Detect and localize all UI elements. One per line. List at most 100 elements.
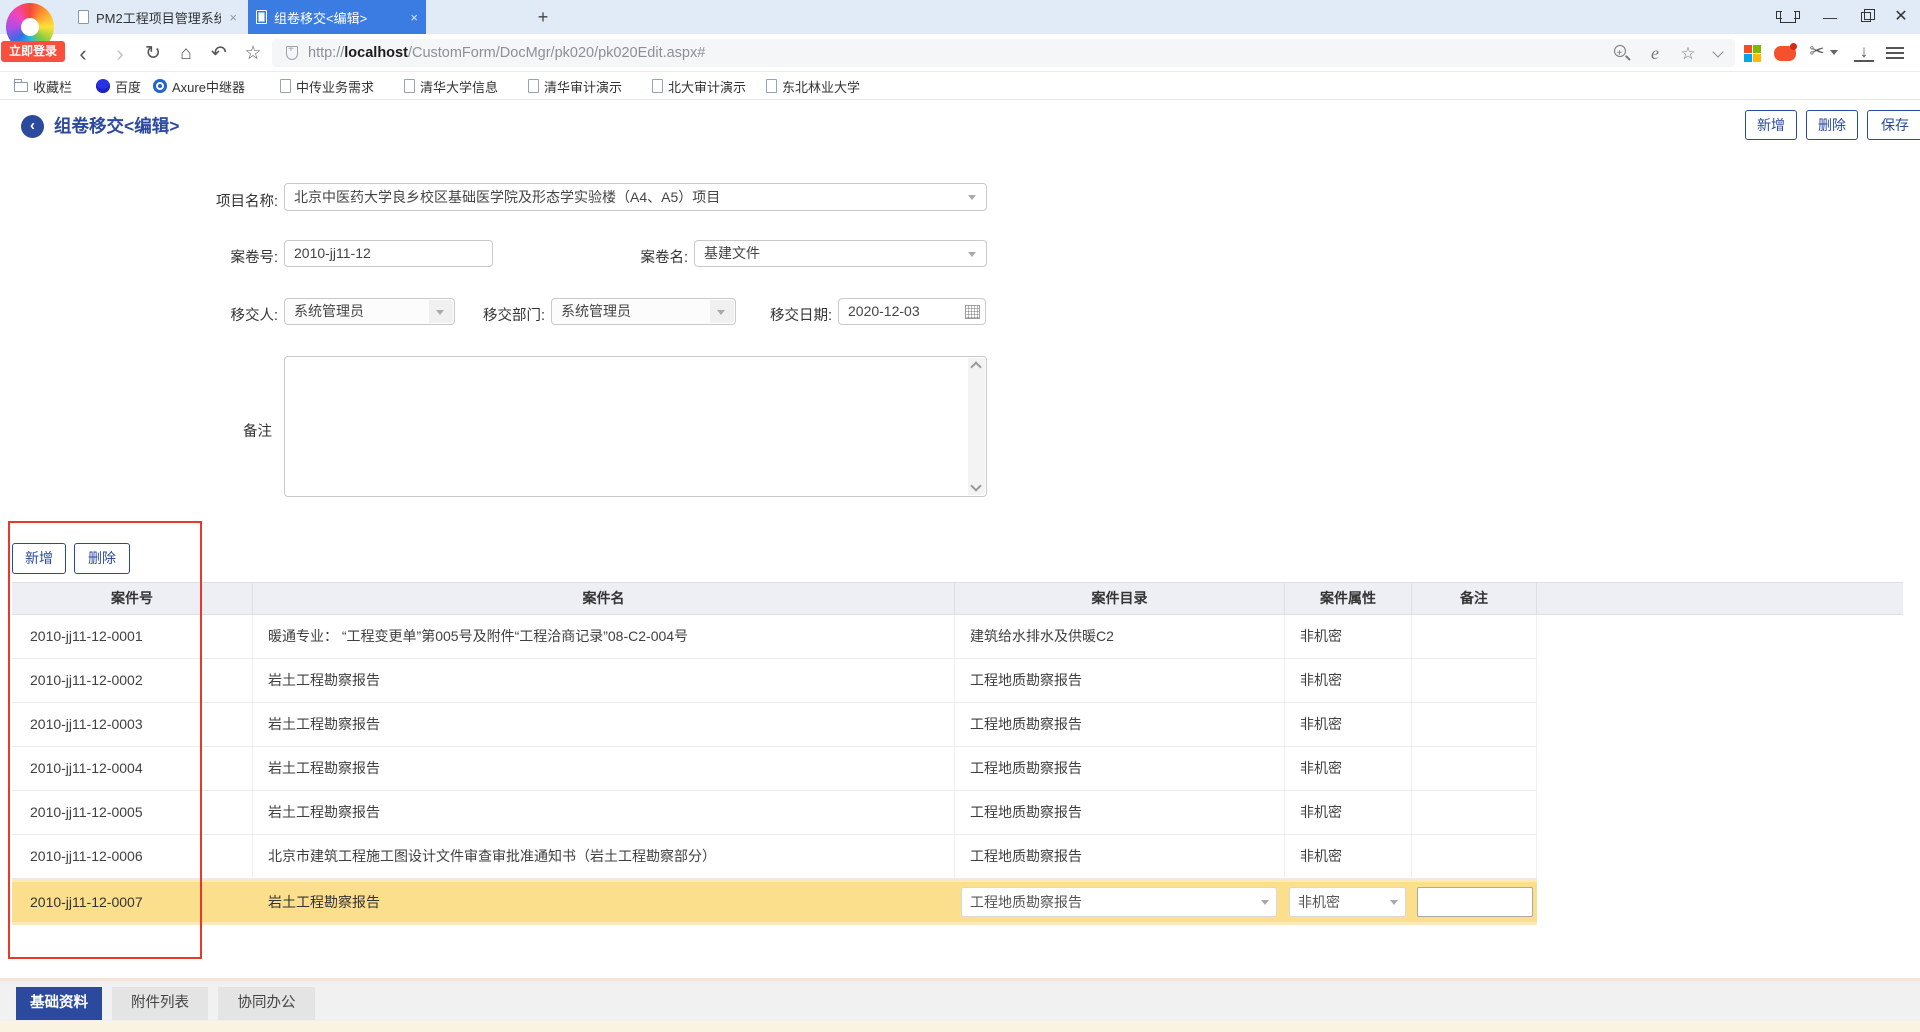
bookmark-label: 百度: [115, 77, 141, 96]
forward-icon[interactable]: ›: [109, 43, 131, 65]
header-save-button[interactable]: 保存: [1867, 110, 1920, 140]
col-header-case-name[interactable]: 案件名: [253, 583, 955, 614]
calendar-icon[interactable]: [965, 305, 980, 319]
close-button[interactable]: ✕: [1889, 6, 1913, 28]
axure-icon: [153, 79, 167, 93]
handover-date-input[interactable]: 2020-12-03: [838, 298, 986, 325]
chevron-down-icon: [968, 252, 976, 257]
zoom-icon[interactable]: [1611, 44, 1633, 64]
bookmark-axure[interactable]: Axure中继器: [153, 76, 245, 96]
url-prefix: http://: [308, 45, 344, 61]
scissors-icon[interactable]: ✂: [1806, 42, 1828, 62]
handover-date-value: 2020-12-03: [848, 303, 920, 319]
handover-dept-label: 移交部门:: [415, 304, 545, 325]
browser-tab-edit[interactable]: 组卷移交<编辑> ×: [248, 0, 426, 34]
scroll-up-icon[interactable]: [970, 361, 981, 372]
caret-icon: [1830, 50, 1838, 55]
cell-case-no: 2010-jj11-12-0004: [12, 747, 253, 790]
chevron-down-icon[interactable]: [1708, 44, 1730, 64]
table-row[interactable]: 2010-jj11-12-0006 北京市建筑工程施工图设计文件审查审批准通知书…: [12, 835, 1537, 879]
col-header-case-attr[interactable]: 案件属性: [1285, 583, 1412, 614]
table-row[interactable]: 2010-jj11-12-0004 岩土工程勘察报告 工程地质勘察报告 非机密: [12, 747, 1537, 791]
cell-case-attr: 非机密: [1285, 791, 1412, 834]
cell-case-no: 2010-jj11-12-0002: [12, 659, 253, 702]
back-icon[interactable]: ‹: [72, 43, 94, 65]
skin-button[interactable]: [1780, 0, 1804, 34]
tab-basic-info[interactable]: 基础资料: [16, 987, 102, 1020]
bookmark-label: Axure中继器: [172, 77, 245, 96]
login-now-badge[interactable]: 立即登录: [1, 41, 65, 62]
attr-select[interactable]: 非机密: [1289, 887, 1406, 917]
restore-button[interactable]: [1854, 6, 1878, 28]
close-tab-icon[interactable]: ×: [229, 10, 237, 25]
folder-icon: [14, 82, 28, 92]
file-no-input[interactable]: 2010-jj11-12: [284, 240, 493, 267]
ie-compat-icon[interactable]: e: [1644, 44, 1666, 64]
scissors-dropdown-caret[interactable]: [1830, 50, 1838, 55]
header-add-button[interactable]: 新增: [1745, 110, 1797, 140]
table-row[interactable]: 2010-jj11-12-0003 岩土工程勘察报告 工程地质勘察报告 非机密: [12, 703, 1537, 747]
close-tab-icon[interactable]: ×: [410, 10, 418, 25]
cell-case-catalog: 工程地质勘察报告: [955, 835, 1285, 878]
download-icon[interactable]: ↓: [1854, 42, 1874, 62]
bookmark-baidu[interactable]: 百度: [96, 76, 141, 96]
menu-icon[interactable]: [1886, 47, 1904, 49]
col-header-remark[interactable]: 备注: [1412, 583, 1537, 614]
col-header-case-catalog[interactable]: 案件目录: [955, 583, 1285, 614]
url-text[interactable]: http://localhost/CustomForm/DocMgr/pk020…: [308, 39, 705, 67]
new-tab-button[interactable]: +: [533, 7, 553, 27]
handover-dept-value: 系统管理员: [561, 303, 631, 319]
bookmark-favorites-folder[interactable]: 收藏栏: [14, 76, 72, 96]
project-name-label: 项目名称:: [148, 190, 278, 211]
chevron-down-icon: [968, 195, 976, 200]
back-circle-button[interactable]: ‹: [21, 115, 44, 138]
cell-remark: [1412, 659, 1537, 702]
game-center-icon[interactable]: [1774, 46, 1796, 61]
table-row[interactable]: 2010-jj11-12-0001 暖通专业： “工程变更单”第005号及附件“…: [12, 615, 1537, 659]
grid-header-row: 案件号 案件名 案件目录 案件属性 备注: [12, 582, 1903, 615]
remark-cell-input[interactable]: [1417, 887, 1533, 917]
project-name-select[interactable]: 北京中医药大学良乡校区基础医学院及形态学实验楼（A4、A5）项目: [284, 183, 987, 211]
cell-case-no: 2010-jj11-12-0003: [12, 703, 253, 746]
bookmark-pku-audit[interactable]: 北大审计演示: [652, 76, 746, 96]
refresh-icon[interactable]: ↻: [142, 43, 164, 65]
header-delete-button[interactable]: 删除: [1806, 110, 1858, 140]
file-name-select[interactable]: 基建文件: [694, 240, 987, 267]
bookmark-nefu[interactable]: 东北林业大学: [766, 76, 860, 96]
home-icon[interactable]: ⌂: [175, 43, 197, 65]
cell-case-no: 2010-jj11-12-0006: [12, 835, 253, 878]
grid-add-button[interactable]: 新增: [12, 543, 66, 574]
col-header-case-no[interactable]: 案件号: [12, 583, 253, 614]
tab-title: PM2工程项目管理系统: [96, 8, 221, 27]
bookmark-label: 东北林业大学: [782, 77, 860, 96]
security-shield-icon[interactable]: [286, 46, 298, 60]
chevron-down-icon: [1390, 900, 1398, 905]
bookmark-label: 收藏栏: [33, 77, 72, 96]
remark-textarea[interactable]: [284, 356, 987, 497]
file-no-label: 案卷号:: [148, 246, 278, 267]
catalog-select[interactable]: 工程地质勘察报告: [961, 887, 1277, 917]
table-row[interactable]: 2010-jj11-12-0002 岩土工程勘察报告 工程地质勘察报告 非机密: [12, 659, 1537, 703]
bookmark-star-icon[interactable]: ☆: [242, 43, 264, 65]
grid-green: [1753, 45, 1761, 53]
grid-delete-button[interactable]: 删除: [74, 543, 130, 574]
undo-icon[interactable]: ↶: [208, 43, 230, 65]
bookmark-zhongchuan[interactable]: 中传业务需求: [280, 76, 374, 96]
file-name-value: 基建文件: [704, 245, 760, 261]
minimize-button[interactable]: —: [1818, 6, 1842, 28]
favorite-star-icon[interactable]: ☆: [1677, 44, 1699, 64]
bookmark-tsinghua-audit[interactable]: 清华审计演示: [528, 76, 622, 96]
footer-cream-strip: [0, 1021, 1920, 1032]
apps-grid-icon[interactable]: [1744, 45, 1761, 62]
grid-red: [1744, 45, 1752, 53]
tab-collaboration[interactable]: 协同办公: [218, 987, 315, 1020]
bookmark-tsinghua-info[interactable]: 清华大学信息: [404, 76, 498, 96]
cell-remark: [1412, 703, 1537, 746]
bookmark-label: 清华审计演示: [544, 77, 622, 96]
page-icon: [78, 10, 89, 24]
table-row[interactable]: 2010-jj11-12-0005 岩土工程勘察报告 工程地质勘察报告 非机密: [12, 791, 1537, 835]
tab-attachment-list[interactable]: 附件列表: [112, 987, 208, 1020]
scroll-down-icon[interactable]: [970, 480, 981, 491]
browser-tab-pm2[interactable]: PM2工程项目管理系统 ×: [70, 0, 245, 34]
scrollbar[interactable]: [968, 358, 985, 495]
